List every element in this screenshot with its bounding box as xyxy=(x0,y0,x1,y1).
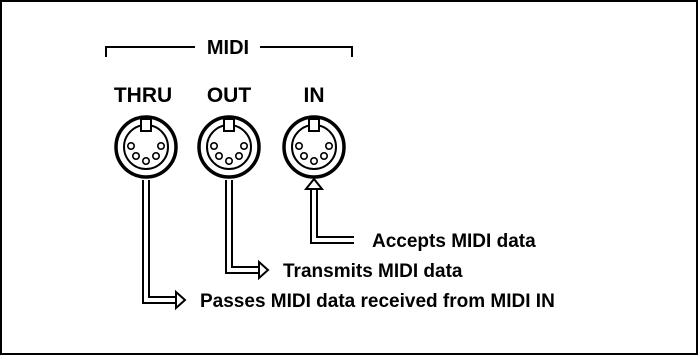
out-arrow xyxy=(225,180,270,281)
description-in: Accepts MIDI data xyxy=(372,231,536,252)
din-connector-out xyxy=(197,115,261,179)
port-label-out: OUT xyxy=(207,84,252,107)
in-arrow xyxy=(303,177,354,244)
midi-group-label: MIDI xyxy=(207,37,249,59)
port-label-thru: THRU xyxy=(114,84,172,107)
port-label-in: IN xyxy=(304,84,325,107)
description-out: Transmits MIDI data xyxy=(283,261,463,282)
din-connector-in xyxy=(282,115,346,179)
description-thru: Passes MIDI data received from MIDI IN xyxy=(200,291,555,312)
diagram-frame: MIDI THRU OUT IN Accepts MIDI data Trans… xyxy=(0,0,698,355)
thru-arrow xyxy=(142,180,187,311)
midi-ports-diagram: MIDI THRU OUT IN Accepts MIDI data Trans… xyxy=(105,37,555,312)
din-connector-thru xyxy=(114,115,178,179)
